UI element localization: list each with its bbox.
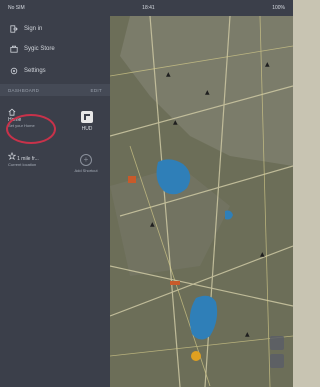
menu-label: Sign in [24,26,43,32]
svg-text:▲: ▲ [173,119,178,126]
home-icon [8,108,16,116]
dashboard-edit-button[interactable]: EDIT [91,88,102,93]
svg-text:▲: ▲ [150,221,155,228]
dashboard-title: DASHBOARD [8,87,40,93]
svg-text:▲: ▲ [260,251,265,258]
gear-icon [10,67,18,75]
tile-title: HUD [81,126,93,132]
status-bar: No SIM 18:41 100% [0,0,293,16]
svg-text:▲: ▲ [265,61,270,68]
zoom-out-button[interactable] [270,354,284,368]
tile-add-shortcut[interactable]: + Add Shortcut [68,154,104,173]
map-view[interactable]: ▲ ▲ ▲ ▲ ▲ ▲ ▲ [110,16,293,387]
menu-label: Sygic Store [24,46,55,52]
svg-text:▲: ▲ [205,89,210,96]
svg-text:▲: ▲ [166,71,171,78]
tile-subtitle: Add Shortcut [74,168,98,173]
menu-item-store[interactable]: Sygic Store [10,45,55,53]
battery-text: 100% [272,5,285,11]
highlight-circle [6,114,56,144]
svg-text:▲: ▲ [245,331,250,338]
tile-hud[interactable]: HUD [72,111,102,132]
plus-icon: + [80,154,92,166]
hud-icon [81,111,93,123]
sidebar: Sign in Sygic Store Settings DASHBOARD E… [0,16,110,387]
zoom-in-button[interactable] [270,336,284,350]
star-icon [7,151,17,160]
carrier-text: No SIM [8,5,25,11]
menu-item-sign-in[interactable]: Sign in [10,25,42,33]
dashboard-header: DASHBOARD EDIT [0,84,110,96]
tile-subtitle: Current location [8,162,37,167]
store-icon [10,45,18,53]
tile-recent[interactable]: 1 mile fr... Current location [7,151,58,167]
clock-text: 18:41 [142,5,155,11]
menu-item-settings[interactable]: Settings [10,67,46,75]
map-canvas[interactable]: ▲ ▲ ▲ ▲ ▲ ▲ ▲ [110,16,293,387]
exit-icon [10,25,18,33]
menu-label: Settings [24,68,46,74]
